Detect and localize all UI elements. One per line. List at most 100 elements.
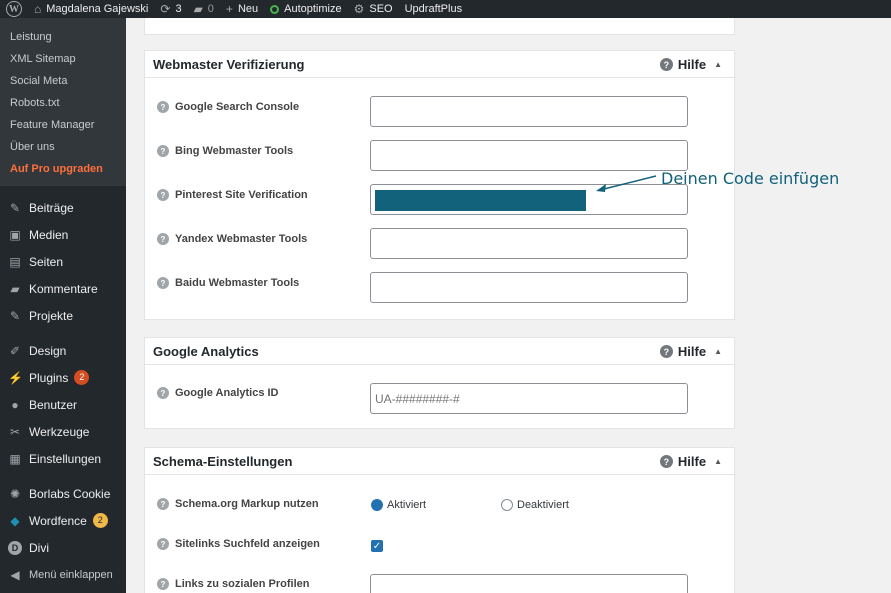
- submenu-item-feature-manager[interactable]: Feature Manager: [0, 114, 126, 136]
- submenu-item-upgrade-pro[interactable]: Auf Pro upgraden: [0, 158, 126, 180]
- google-analytics-id-input[interactable]: [370, 383, 688, 414]
- sidebar-item-wordfence[interactable]: ◆ Wordfence 2: [0, 507, 126, 534]
- help-toggle[interactable]: ? Hilfe ▲: [659, 454, 722, 469]
- plugins-update-badge: 2: [74, 370, 90, 385]
- help-label: Hilfe: [677, 344, 707, 359]
- sidebar-item-media[interactable]: ▣ Medien: [0, 221, 126, 248]
- seo-link[interactable]: ⚙ SEO: [354, 0, 393, 18]
- sidebar-item-label: Borlabs Cookie: [29, 486, 111, 501]
- sidebar-item-label: Divi: [29, 540, 49, 555]
- radio-unselected-icon: [501, 499, 513, 511]
- site-home-link[interactable]: ⌂ Magdalena Gajewski: [34, 0, 148, 18]
- updates-link[interactable]: ⟳ 3: [160, 0, 181, 18]
- sidebar-item-label: Seiten: [29, 254, 64, 269]
- sidebar-item-label: Beiträge: [29, 200, 74, 215]
- new-content-link[interactable]: + Neu: [226, 0, 258, 18]
- wrench-icon: ✂: [9, 424, 21, 439]
- box-header: Schema-Einstellungen ? Hilfe ▲: [145, 448, 734, 475]
- checkmark-icon: ✓: [372, 540, 382, 552]
- menu-group-admin: ✐ Design ⚡ Plugins 2 ● Benutzer ✂ Werkzeuge ▦…: [0, 337, 126, 472]
- sitelinks-searchbox-checkbox[interactable]: ✓: [371, 540, 383, 552]
- submenu-item-leistung[interactable]: Leistung: [0, 26, 126, 48]
- question-icon[interactable]: ?: [157, 277, 169, 289]
- box-title: Google Analytics: [153, 343, 259, 359]
- sidebar-item-tools[interactable]: ✂ Werkzeuge: [0, 418, 126, 445]
- previous-box: [144, 18, 735, 35]
- gear-icon: ⚙: [353, 2, 365, 16]
- pin-icon: ✎: [9, 308, 21, 323]
- field-label-yandex: ? Yandex Webmaster Tools: [157, 233, 307, 245]
- radio-label: Aktiviert: [387, 499, 427, 511]
- help-icon: ?: [659, 58, 673, 71]
- field-label-social-profiles: ? Links zu sozialen Profilen: [157, 578, 309, 590]
- comments-link[interactable]: ▰ 0: [194, 0, 214, 18]
- settings-icon: ▦: [9, 451, 21, 466]
- yandex-webmaster-input[interactable]: [370, 228, 688, 259]
- schema-enabled-radio[interactable]: Aktiviert: [371, 499, 426, 511]
- pin-icon: ✎: [9, 200, 21, 215]
- admin-sidebar: Leistung XML Sitemap Social Meta Robots.…: [0, 18, 126, 593]
- menu-group-plugins: ✺ Borlabs Cookie ◆ Wordfence 2 D Divi ◀ Menü …: [0, 480, 126, 588]
- question-icon[interactable]: ?: [157, 538, 169, 550]
- sidebar-item-pages[interactable]: ▤ Seiten: [0, 248, 126, 275]
- collapse-arrow-icon[interactable]: ▲: [714, 347, 722, 356]
- field-label-sitelinks: ? Sitelinks Suchfeld anzeigen: [157, 538, 320, 550]
- field-label-text: Google Search Console: [175, 101, 300, 113]
- sidebar-item-divi[interactable]: D Divi: [0, 534, 126, 561]
- brush-icon: ✐: [9, 343, 21, 358]
- submenu-item-xml-sitemap[interactable]: XML Sitemap: [0, 48, 126, 70]
- collapse-menu-button[interactable]: ◀ Menü einklappen: [0, 561, 126, 588]
- sidebar-item-settings[interactable]: ▦ Einstellungen: [0, 445, 126, 472]
- question-icon[interactable]: ?: [157, 498, 169, 510]
- bing-webmaster-input[interactable]: [370, 140, 688, 171]
- box-title: Schema-Einstellungen: [153, 453, 293, 469]
- question-icon[interactable]: ?: [157, 189, 169, 201]
- question-icon[interactable]: ?: [157, 233, 169, 245]
- field-label-text: Bing Webmaster Tools: [175, 145, 294, 157]
- submenu-item-about[interactable]: Über uns: [0, 136, 126, 158]
- schema-settings-box: Schema-Einstellungen ? Hilfe ▲ ? Schema.o…: [144, 447, 735, 593]
- submenu-item-robots[interactable]: Robots.txt: [0, 92, 126, 114]
- help-label: Hilfe: [677, 454, 707, 469]
- comment-icon: ▰: [10, 281, 20, 296]
- sidebar-item-comments[interactable]: ▰ Kommentare: [0, 275, 126, 302]
- sidebar-item-posts[interactable]: ✎ Beiträge: [0, 194, 126, 221]
- question-icon[interactable]: ?: [157, 387, 169, 399]
- autoptimize-link[interactable]: Autoptimize: [270, 0, 342, 18]
- collapse-arrow-icon[interactable]: ▲: [714, 457, 722, 466]
- field-label-baidu: ? Baidu Webmaster Tools: [157, 277, 299, 289]
- updraftplus-link[interactable]: UpdraftPlus: [405, 0, 462, 18]
- wordfence-badge: 2: [92, 513, 108, 528]
- field-label-text: Schema.org Markup nutzen: [175, 498, 319, 510]
- updraftplus-label: UpdraftPlus: [404, 3, 463, 15]
- google-search-console-input[interactable]: [370, 96, 688, 127]
- collapse-icon: ◀: [10, 567, 20, 582]
- help-toggle[interactable]: ? Hilfe ▲: [659, 344, 722, 359]
- schema-disabled-radio[interactable]: Deaktiviert: [501, 499, 569, 511]
- question-icon[interactable]: ?: [157, 101, 169, 113]
- wordpress-logo-icon[interactable]: W: [6, 1, 22, 17]
- admin-bar: W ⌂ Magdalena Gajewski ⟳ 3 ▰ 0 + Neu Aut…: [0, 0, 891, 18]
- field-label-google-search-console: ? Google Search Console: [157, 101, 299, 113]
- shield-icon: ◆: [10, 513, 20, 528]
- field-label-text: Links zu sozialen Profilen: [175, 578, 310, 590]
- collapse-arrow-icon[interactable]: ▲: [714, 60, 722, 69]
- sidebar-item-plugins[interactable]: ⚡ Plugins 2: [0, 364, 126, 391]
- question-icon[interactable]: ?: [157, 578, 169, 590]
- annotation-arrow-icon: [596, 175, 657, 192]
- submenu-item-social-meta[interactable]: Social Meta: [0, 70, 126, 92]
- help-toggle[interactable]: ? Hilfe ▲: [659, 57, 722, 72]
- annotation-label: Deinen Code einfügen: [661, 169, 840, 188]
- question-icon[interactable]: ?: [157, 145, 169, 157]
- sidebar-item-label: Projekte: [29, 308, 74, 323]
- sidebar-item-design[interactable]: ✐ Design: [0, 337, 126, 364]
- help-icon: ?: [659, 455, 673, 468]
- field-label-pinterest: ? Pinterest Site Verification: [157, 189, 308, 201]
- baidu-webmaster-input[interactable]: [370, 272, 688, 303]
- sidebar-item-borlabs[interactable]: ✺ Borlabs Cookie: [0, 480, 126, 507]
- sidebar-item-projects[interactable]: ✎ Projekte: [0, 302, 126, 329]
- social-profiles-input[interactable]: [370, 574, 688, 593]
- plus-icon: +: [225, 2, 233, 16]
- sidebar-item-users[interactable]: ● Benutzer: [0, 391, 126, 418]
- box-header: Webmaster Verifizierung ? Hilfe ▲: [145, 51, 734, 78]
